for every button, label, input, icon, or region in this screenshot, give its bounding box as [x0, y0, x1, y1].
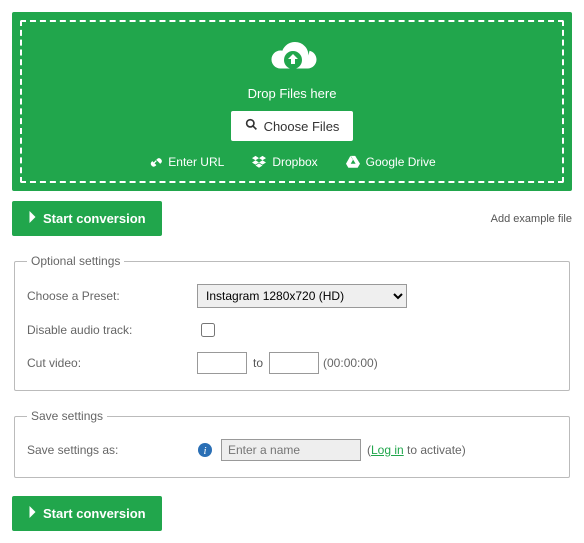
start-conversion-button-top[interactable]: Start conversion: [12, 201, 162, 236]
optional-settings-fieldset: Optional settings Choose a Preset: Insta…: [14, 254, 570, 391]
cut-video-end-input[interactable]: [269, 352, 319, 374]
add-example-file-link[interactable]: Add example file: [491, 213, 572, 225]
disable-audio-label: Disable audio track:: [27, 323, 197, 337]
cut-video-label: Cut video:: [27, 356, 197, 370]
preset-select[interactable]: Instagram 1280x720 (HD): [197, 284, 407, 308]
source-row: Enter URL Dropbox Google Drive: [32, 155, 552, 169]
bottom-action-row: Start conversion: [12, 496, 572, 531]
dropbox-label: Dropbox: [272, 155, 317, 169]
cut-video-start-input[interactable]: [197, 352, 247, 374]
google-drive-label: Google Drive: [366, 155, 436, 169]
start-conversion-button-bottom[interactable]: Start conversion: [12, 496, 162, 531]
file-drop-zone[interactable]: Drop Files here Choose Files Enter URL D…: [12, 12, 572, 191]
start-label: Start conversion: [43, 211, 146, 226]
save-settings-legend: Save settings: [27, 409, 107, 423]
save-settings-label: Save settings as:: [27, 443, 197, 457]
cut-hint-text: (00:00:00): [323, 356, 378, 370]
enter-url-button[interactable]: Enter URL: [148, 155, 224, 169]
svg-text:i: i: [203, 445, 206, 457]
enter-url-label: Enter URL: [168, 155, 224, 169]
search-icon: [245, 118, 258, 134]
top-action-row: Start conversion Add example file: [12, 201, 572, 236]
preset-label: Choose a Preset:: [27, 289, 197, 303]
dropbox-icon: [252, 155, 266, 169]
chevron-right-icon: [28, 211, 37, 226]
info-icon: i: [197, 442, 213, 458]
login-link[interactable]: Log in: [371, 443, 404, 457]
choose-files-label: Choose Files: [264, 119, 340, 134]
drop-files-text: Drop Files here: [32, 86, 552, 101]
start-label-bottom: Start conversion: [43, 506, 146, 521]
save-paren: (Log in to activate): [367, 443, 466, 457]
link-icon: [148, 155, 162, 169]
cut-to-text: to: [253, 356, 263, 370]
choose-files-button[interactable]: Choose Files: [231, 111, 354, 141]
activate-text: to activate): [404, 443, 466, 457]
save-settings-fieldset: Save settings Save settings as: i (Log i…: [14, 409, 570, 478]
upload-cloud-icon: [265, 38, 319, 78]
dropbox-button[interactable]: Dropbox: [252, 155, 317, 169]
chevron-right-icon: [28, 506, 37, 521]
google-drive-button[interactable]: Google Drive: [346, 155, 436, 169]
optional-settings-legend: Optional settings: [27, 254, 124, 268]
disable-audio-checkbox[interactable]: [201, 323, 215, 337]
google-drive-icon: [346, 155, 360, 169]
save-name-input[interactable]: [221, 439, 361, 461]
drop-inner: Drop Files here Choose Files Enter URL D…: [20, 20, 564, 183]
